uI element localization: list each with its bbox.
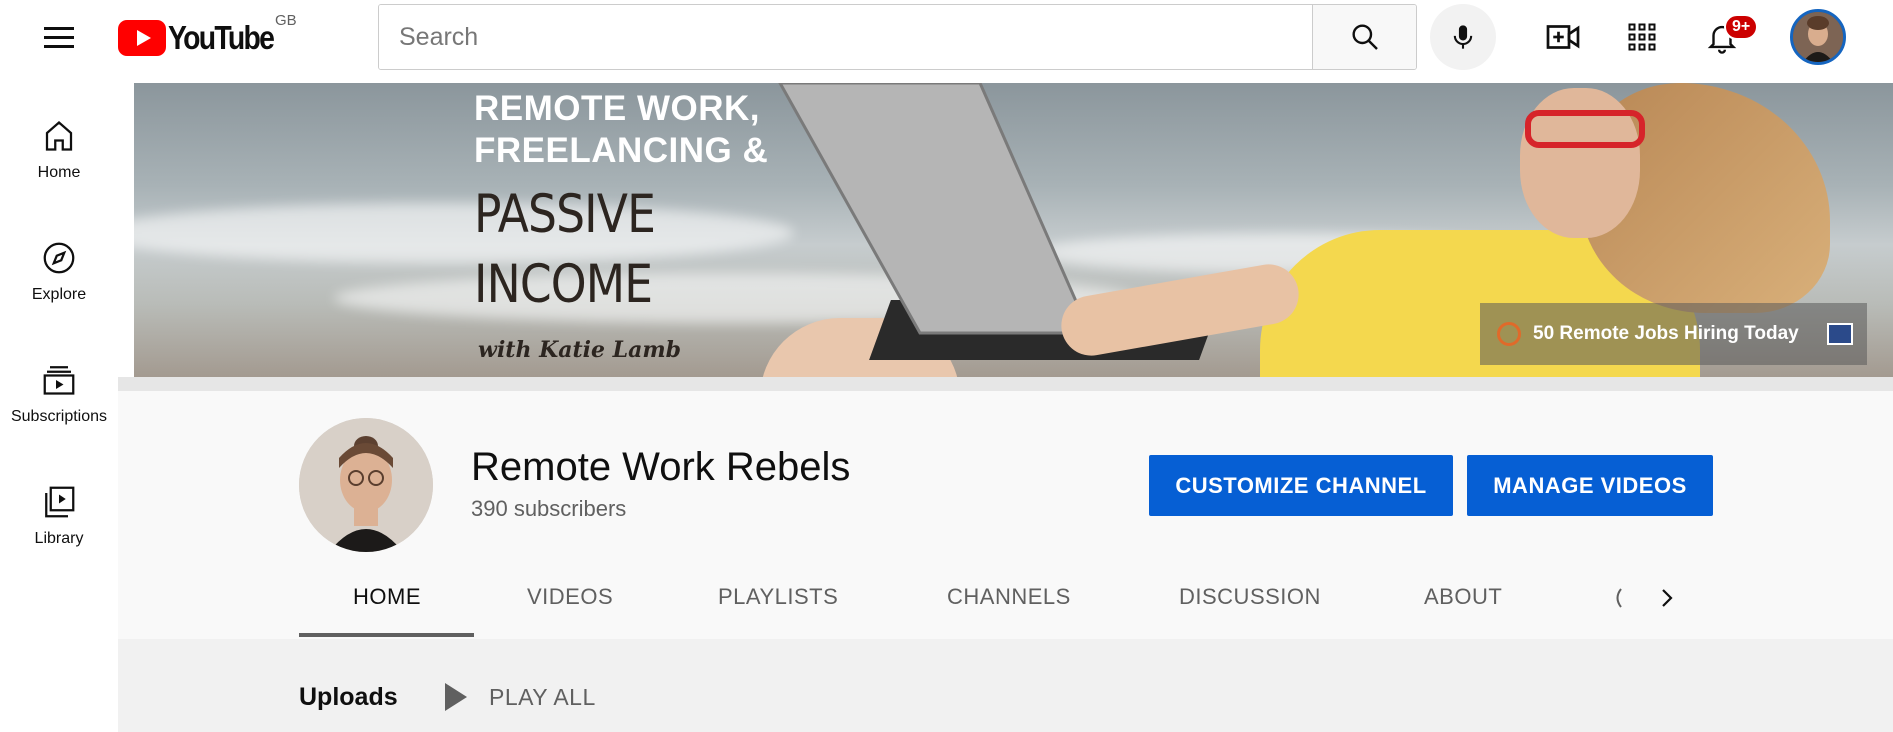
subscriptions-icon [43,366,75,395]
create-video-button[interactable] [1543,17,1583,57]
search-input[interactable] [379,5,1312,69]
tab-channels[interactable]: CHANNELS [947,584,1071,610]
notification-badge: 9+ [1724,14,1759,40]
link-favicon-icon [1497,322,1521,346]
play-all-label: PLAY ALL [489,683,596,710]
chevron-right-icon [1662,589,1673,607]
banner-photo-laptop-screen [778,83,1093,335]
sidebar-item-label: Library [34,530,84,547]
sidebar-item-subscriptions[interactable]: Subscriptions [0,362,118,462]
sidebar-item-explore[interactable]: Explore [0,240,118,340]
active-tab-indicator [299,633,474,637]
avatar-portrait-icon [1793,12,1843,62]
banner-subheadline-line: PASSIVE [474,184,656,245]
banner-headline: REMOTE WORK, FREELANCING & [474,88,768,172]
search-button[interactable] [1312,5,1416,69]
tabs-scroll-left-button[interactable] [1602,578,1632,618]
chevron-left-icon [1616,588,1622,608]
voice-search-button[interactable] [1430,4,1496,70]
tab-about[interactable]: ABOUT [1424,584,1502,610]
youtube-logo[interactable]: YouTube [118,18,290,58]
banner-photo-glasses [1525,110,1645,148]
uploads-heading: Uploads [299,683,398,711]
banner-subheadline-line: INCOME [474,254,653,315]
banner-headline-line: REMOTE WORK, [474,89,760,128]
channel-avatar-portrait-icon [299,418,433,552]
banner-headline-line: FREELANCING & [474,131,769,170]
banner-byline: with Katie Lamb [478,337,682,363]
play-all-button[interactable]: PLAY ALL [445,680,596,714]
home-icon [45,121,73,151]
create-video-icon [1546,25,1580,49]
sidebar-item-label: Subscriptions [10,408,108,425]
microphone-icon [1453,25,1473,49]
tab-playlists[interactable]: PLAYLISTS [718,584,838,610]
logo-text: YouTube [168,19,275,56]
banner-link-label: 50 Remote Jobs Hiring Today [1533,323,1799,344]
apps-button[interactable] [1622,17,1662,57]
tab-discussion[interactable]: DISCUSSION [1179,584,1321,610]
youtube-play-icon [118,20,166,56]
sidebar-item-library[interactable]: Library [0,484,118,584]
banner-link[interactable]: 50 Remote Jobs Hiring Today [1480,303,1867,365]
account-avatar[interactable] [1790,9,1846,65]
banner-wave [134,203,794,263]
sidebar: Home Explore Subscriptions Library [0,74,118,732]
tabs-scroll-right-button[interactable] [1652,578,1682,618]
channel-name: Remote Work Rebels [471,445,851,489]
tab-home[interactable]: HOME [353,584,421,610]
sidebar-item-label: Home [37,164,81,181]
subscriber-count: 390 subscribers [471,496,627,521]
sidebar-item-home[interactable]: Home [0,118,118,218]
channel-avatar[interactable] [299,418,433,552]
search-icon [1351,24,1378,50]
link-thumbnail-icon [1827,323,1853,345]
compass-icon [43,242,75,274]
tab-videos[interactable]: VIDEOS [527,584,613,610]
library-icon [45,486,75,518]
top-bar: YouTube GB 9+ [0,0,1893,74]
sidebar-item-label: Explore [31,286,87,303]
play-icon [445,683,467,711]
banner-bottom-strip [118,377,1893,391]
hamburger-menu-icon[interactable] [36,20,82,54]
customize-channel-button[interactable]: CUSTOMIZE CHANNEL [1149,455,1453,516]
region-code: GB [275,12,297,29]
apps-grid-icon [1628,23,1656,51]
banner-subheadline: PASSIVE INCOME [474,180,656,320]
manage-videos-button[interactable]: MANAGE VIDEOS [1467,455,1713,516]
search-box [378,4,1417,70]
